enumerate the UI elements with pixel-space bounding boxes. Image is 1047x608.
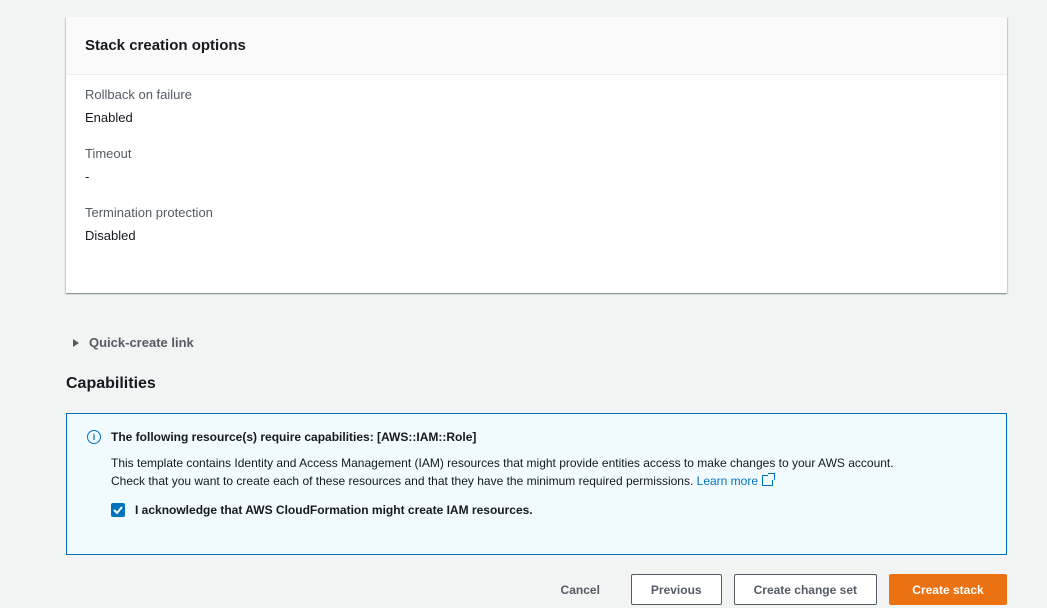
capabilities-heading: Capabilities bbox=[66, 375, 156, 392]
cancel-button[interactable]: Cancel bbox=[542, 574, 619, 605]
alert-text-line-1: This template contains Identity and Acce… bbox=[111, 456, 894, 470]
caret-right-icon bbox=[73, 338, 79, 347]
alert-title: The following resource(s) require capabi… bbox=[111, 430, 477, 444]
rollback-label: Rollback on failure bbox=[85, 87, 192, 102]
panel-title: Stack creation options bbox=[85, 37, 246, 54]
external-link-icon bbox=[762, 473, 776, 486]
rollback-field: Rollback on failure Enabled bbox=[85, 87, 988, 127]
create-change-set-button[interactable]: Create change set bbox=[733, 574, 877, 605]
learn-more-label: Learn more bbox=[696, 474, 759, 488]
timeout-field: Timeout - bbox=[85, 146, 988, 186]
create-stack-button[interactable]: Create stack bbox=[889, 574, 1007, 605]
termination-field: Termination protection Disabled bbox=[85, 205, 988, 245]
learn-more-link[interactable]: Learn more bbox=[696, 473, 776, 488]
timeout-value: - bbox=[85, 169, 90, 184]
alert-header: i The following resource(s) require capa… bbox=[87, 430, 986, 444]
info-icon: i bbox=[87, 430, 101, 444]
rollback-value: Enabled bbox=[85, 110, 133, 125]
termination-value: Disabled bbox=[85, 228, 136, 243]
checkmark-icon bbox=[113, 506, 123, 514]
capabilities-alert: i The following resource(s) require capa… bbox=[66, 413, 1007, 555]
termination-label: Termination protection bbox=[85, 205, 213, 220]
timeout-label: Timeout bbox=[85, 146, 132, 161]
acknowledge-label: I acknowledge that AWS CloudFormation mi… bbox=[135, 503, 533, 517]
previous-button[interactable]: Previous bbox=[630, 574, 722, 605]
panel-body: Rollback on failure Enabled Timeout - Te… bbox=[66, 75, 1007, 245]
acknowledge-checkbox[interactable] bbox=[111, 503, 125, 517]
quick-create-label: Quick-create link bbox=[89, 335, 194, 350]
alert-text-line-2-content: Check that you want to create each of th… bbox=[111, 474, 694, 488]
quick-create-link-expander[interactable]: Quick-create link bbox=[73, 335, 194, 350]
stack-creation-options-panel: Stack creation options Rollback on failu… bbox=[66, 17, 1007, 293]
panel-header: Stack creation options bbox=[66, 17, 1007, 75]
alert-description: This template contains Identity and Acce… bbox=[111, 454, 986, 490]
form-actions: Cancel Previous Create change set Create… bbox=[542, 574, 1007, 605]
alert-text-line-2: Check that you want to create each of th… bbox=[111, 472, 986, 490]
acknowledge-checkbox-row[interactable]: I acknowledge that AWS CloudFormation mi… bbox=[111, 503, 986, 517]
